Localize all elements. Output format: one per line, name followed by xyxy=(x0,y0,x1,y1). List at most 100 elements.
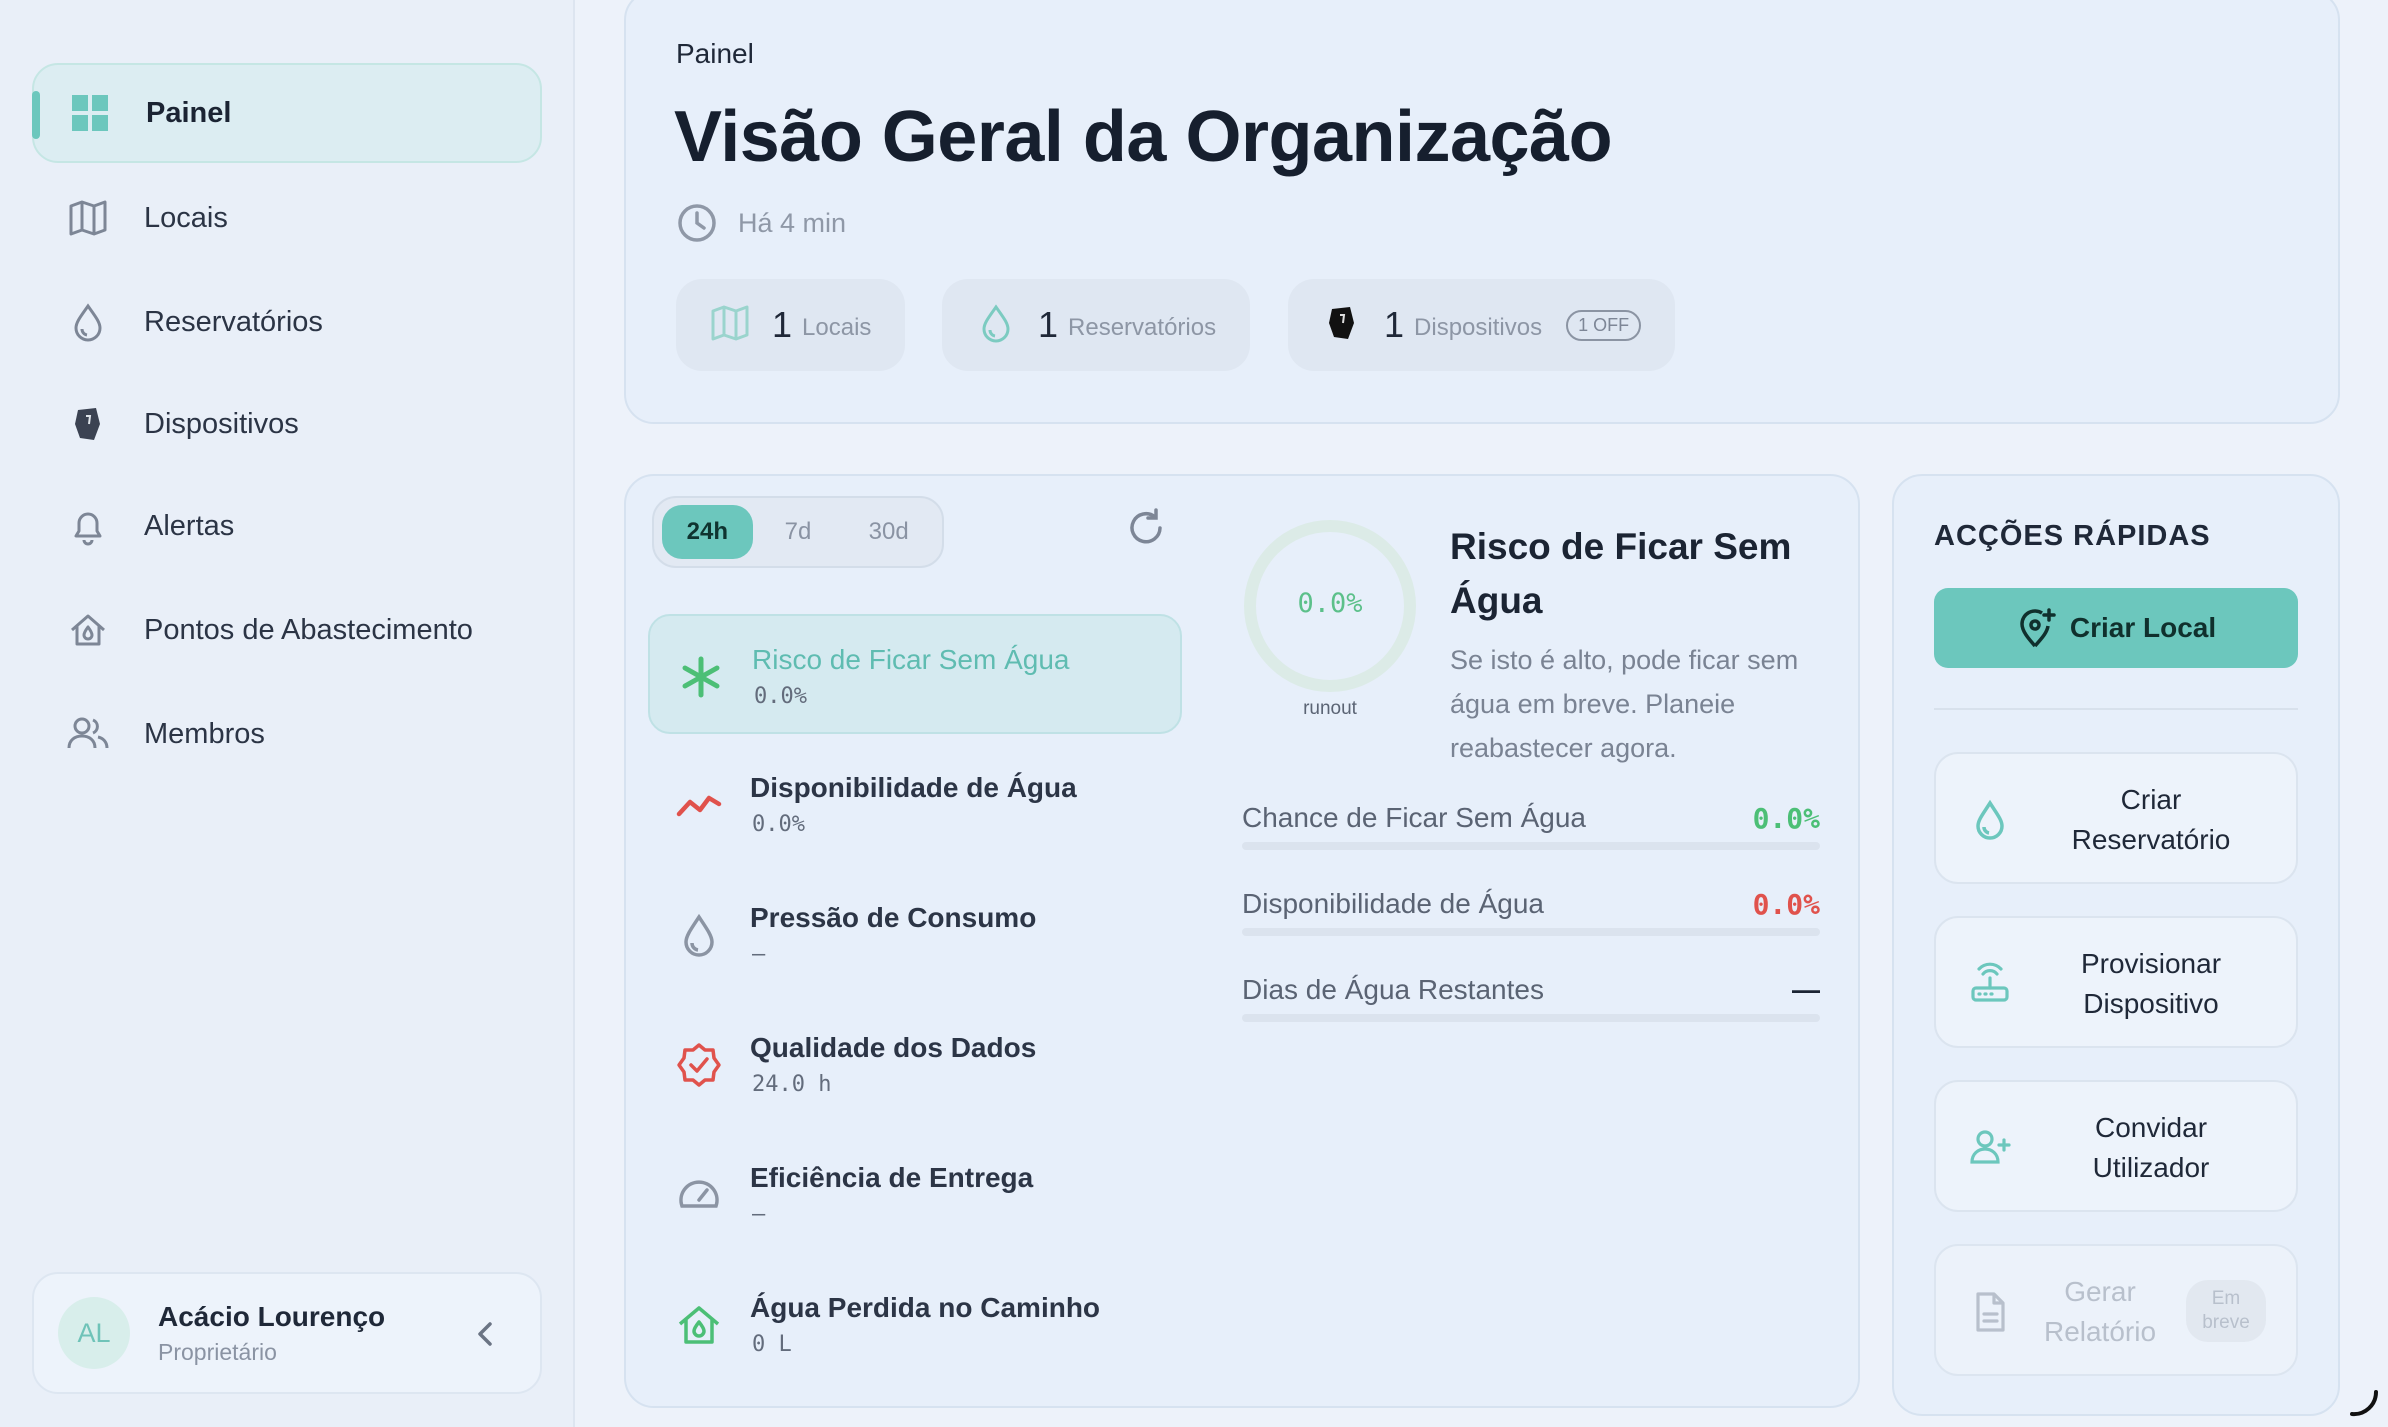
grid-icon xyxy=(68,91,112,135)
sidebar-item-label: Painel xyxy=(146,96,232,129)
create-location-button[interactable]: Criar Local xyxy=(1934,588,2298,668)
status-badge: 1 OFF xyxy=(1566,309,1642,341)
stat-label: Locais xyxy=(802,314,872,341)
metric-title: Disponibilidade de Água xyxy=(750,772,1077,803)
router-icon xyxy=(1968,962,2012,1006)
metric-qualidade[interactable]: Qualidade dos Dados 24.0 h xyxy=(648,1004,1182,1124)
generate-report-button[interactable]: Gerar Relatório Em breve xyxy=(1934,1244,2298,1376)
sidebar-item-alertas[interactable]: Alertas xyxy=(32,476,542,576)
metric-value: 0.0% xyxy=(752,812,805,837)
sidebar-item-label: Alertas xyxy=(144,509,235,542)
detail-row-bar xyxy=(1242,928,1820,936)
stat-locais[interactable]: 1 Locais xyxy=(676,279,906,371)
divider xyxy=(1934,708,2298,710)
loading-spinner-icon xyxy=(2350,1390,2379,1417)
sidebar-item-pontos-abastecimento[interactable]: Pontos de Abastecimento xyxy=(32,580,542,680)
last-updated-text: Há 4 min xyxy=(738,207,847,238)
stat-value: 1 xyxy=(1038,304,1059,345)
tab-24h[interactable]: 24h xyxy=(662,505,753,559)
house-drop-icon xyxy=(676,1302,722,1348)
breadcrumb[interactable]: Painel xyxy=(676,38,754,70)
sidebar-item-label: Locais xyxy=(144,201,228,234)
avatar: AL xyxy=(58,1297,130,1369)
device-icon xyxy=(1322,303,1362,348)
metric-title: Água Perdida no Caminho xyxy=(750,1292,1101,1323)
user-plus-icon xyxy=(1968,1126,2012,1170)
metric-title: Risco de Ficar Sem Água xyxy=(752,644,1070,675)
sidebar-item-reservatorios[interactable]: Reservatórios xyxy=(32,272,542,372)
quick-actions-title: ACÇÕES RÁPIDAS xyxy=(1934,520,2211,552)
users-icon xyxy=(66,712,110,756)
metric-eficiencia[interactable]: Eficiência de Entrega — xyxy=(648,1134,1182,1254)
detail-title: Risco de Ficar Sem Água xyxy=(1450,526,1792,621)
user-name: Acácio Lourenço xyxy=(158,1300,386,1332)
badge-check-icon xyxy=(676,1042,722,1088)
metric-value: — xyxy=(752,942,766,967)
droplet-icon xyxy=(66,300,110,344)
create-reservoir-button[interactable]: Criar Reservatório xyxy=(1934,752,2298,884)
sidebar-item-dispositivos[interactable]: Dispositivos xyxy=(32,374,542,474)
asterisk-icon xyxy=(678,654,724,700)
detail-row: Disponibilidade de Água 0.0% xyxy=(1242,878,1820,936)
metric-title: Eficiência de Entrega xyxy=(750,1162,1034,1193)
refresh-icon[interactable] xyxy=(1124,506,1168,550)
metric-pressao[interactable]: Pressão de Consumo — xyxy=(648,874,1182,994)
metric-agua-perdida[interactable]: Água Perdida no Caminho 0 L xyxy=(648,1264,1182,1384)
page-title: Visão Geral da Organização xyxy=(674,97,1613,177)
droplet-icon xyxy=(676,912,722,958)
map-icon xyxy=(710,303,750,348)
metrics-panel: 24h 7d 30d Risco de Ficar Sem Água 0.0% … xyxy=(624,474,1860,1408)
tab-30d[interactable]: 30d xyxy=(843,505,934,559)
device-icon xyxy=(66,402,110,446)
action-label: Provisionar Dispositivo xyxy=(2080,948,2222,1019)
map-pin-plus-icon xyxy=(2016,607,2058,649)
last-updated: Há 4 min xyxy=(676,202,846,244)
detail-description: Se isto é alto, pode ficar sem água em b… xyxy=(1450,645,1799,763)
droplet-icon xyxy=(976,303,1016,348)
sidebar: Painel Locais Reservatórios Dispositivos… xyxy=(0,0,575,1427)
sidebar-item-painel[interactable]: Painel xyxy=(32,63,542,163)
detail-row-label: Dias de Água Restantes xyxy=(1242,974,1544,1005)
gauge-value: 0.0% xyxy=(1297,588,1363,619)
metric-title: Qualidade dos Dados xyxy=(750,1032,1037,1063)
user-card[interactable]: AL Acácio Lourenço Proprietário xyxy=(32,1272,542,1394)
map-icon xyxy=(66,196,110,240)
quick-actions: ACÇÕES RÁPIDAS Criar Local Criar Reserva… xyxy=(1892,474,2340,1416)
metric-title: Pressão de Consumo xyxy=(750,902,1037,933)
sidebar-item-label: Pontos de Abastecimento xyxy=(144,613,473,646)
metric-disponibilidade[interactable]: Disponibilidade de Água 0.0% xyxy=(648,744,1182,864)
stat-reservatorios[interactable]: 1 Reservatórios xyxy=(942,279,1251,371)
action-label: Criar Reservatório xyxy=(2071,784,2231,855)
action-label: Gerar Relatório xyxy=(2043,1276,2157,1347)
bell-icon xyxy=(66,504,110,548)
gauge-label: runout xyxy=(1303,698,1357,719)
droplet-icon xyxy=(1968,798,2012,842)
sidebar-item-locais[interactable]: Locais xyxy=(32,168,542,268)
user-role: Proprietário xyxy=(158,1338,277,1365)
sidebar-item-label: Membros xyxy=(144,717,265,750)
tab-7d[interactable]: 7d xyxy=(753,505,844,559)
invite-user-button[interactable]: Convidar Utilizador xyxy=(1934,1080,2298,1212)
provision-device-button[interactable]: Provisionar Dispositivo xyxy=(1934,916,2298,1048)
metric-risco[interactable]: Risco de Ficar Sem Água 0.0% xyxy=(648,614,1182,734)
stat-dispositivos[interactable]: 1 Dispositivos 1 OFF xyxy=(1288,279,1676,371)
coming-soon-badge: Em breve xyxy=(2186,1280,2266,1342)
detail-row: Chance de Ficar Sem Água 0.0% xyxy=(1242,792,1820,850)
detail-row-bar xyxy=(1242,1014,1820,1022)
sidebar-item-label: Dispositivos xyxy=(144,407,299,440)
overview-header: Painel Visão Geral da Organização Há 4 m… xyxy=(624,0,2340,424)
action-label: Convidar Utilizador xyxy=(2092,1112,2210,1183)
clock-icon xyxy=(676,202,718,244)
range-selector: 24h 7d 30d xyxy=(652,496,944,568)
stat-label: Dispositivos xyxy=(1414,314,1543,341)
house-icon xyxy=(66,608,110,652)
create-location-label: Criar Local xyxy=(2069,612,2217,643)
metric-value: 0.0% xyxy=(754,684,807,709)
sidebar-item-membros[interactable]: Membros xyxy=(32,684,542,784)
detail-row-value: 0.0% xyxy=(1752,888,1820,921)
document-icon xyxy=(1968,1290,2012,1334)
stat-value: 1 xyxy=(772,304,793,345)
stat-label: Reservatórios xyxy=(1068,314,1217,341)
chevron-left-icon[interactable] xyxy=(466,1314,506,1354)
gauge-icon xyxy=(676,1172,722,1218)
